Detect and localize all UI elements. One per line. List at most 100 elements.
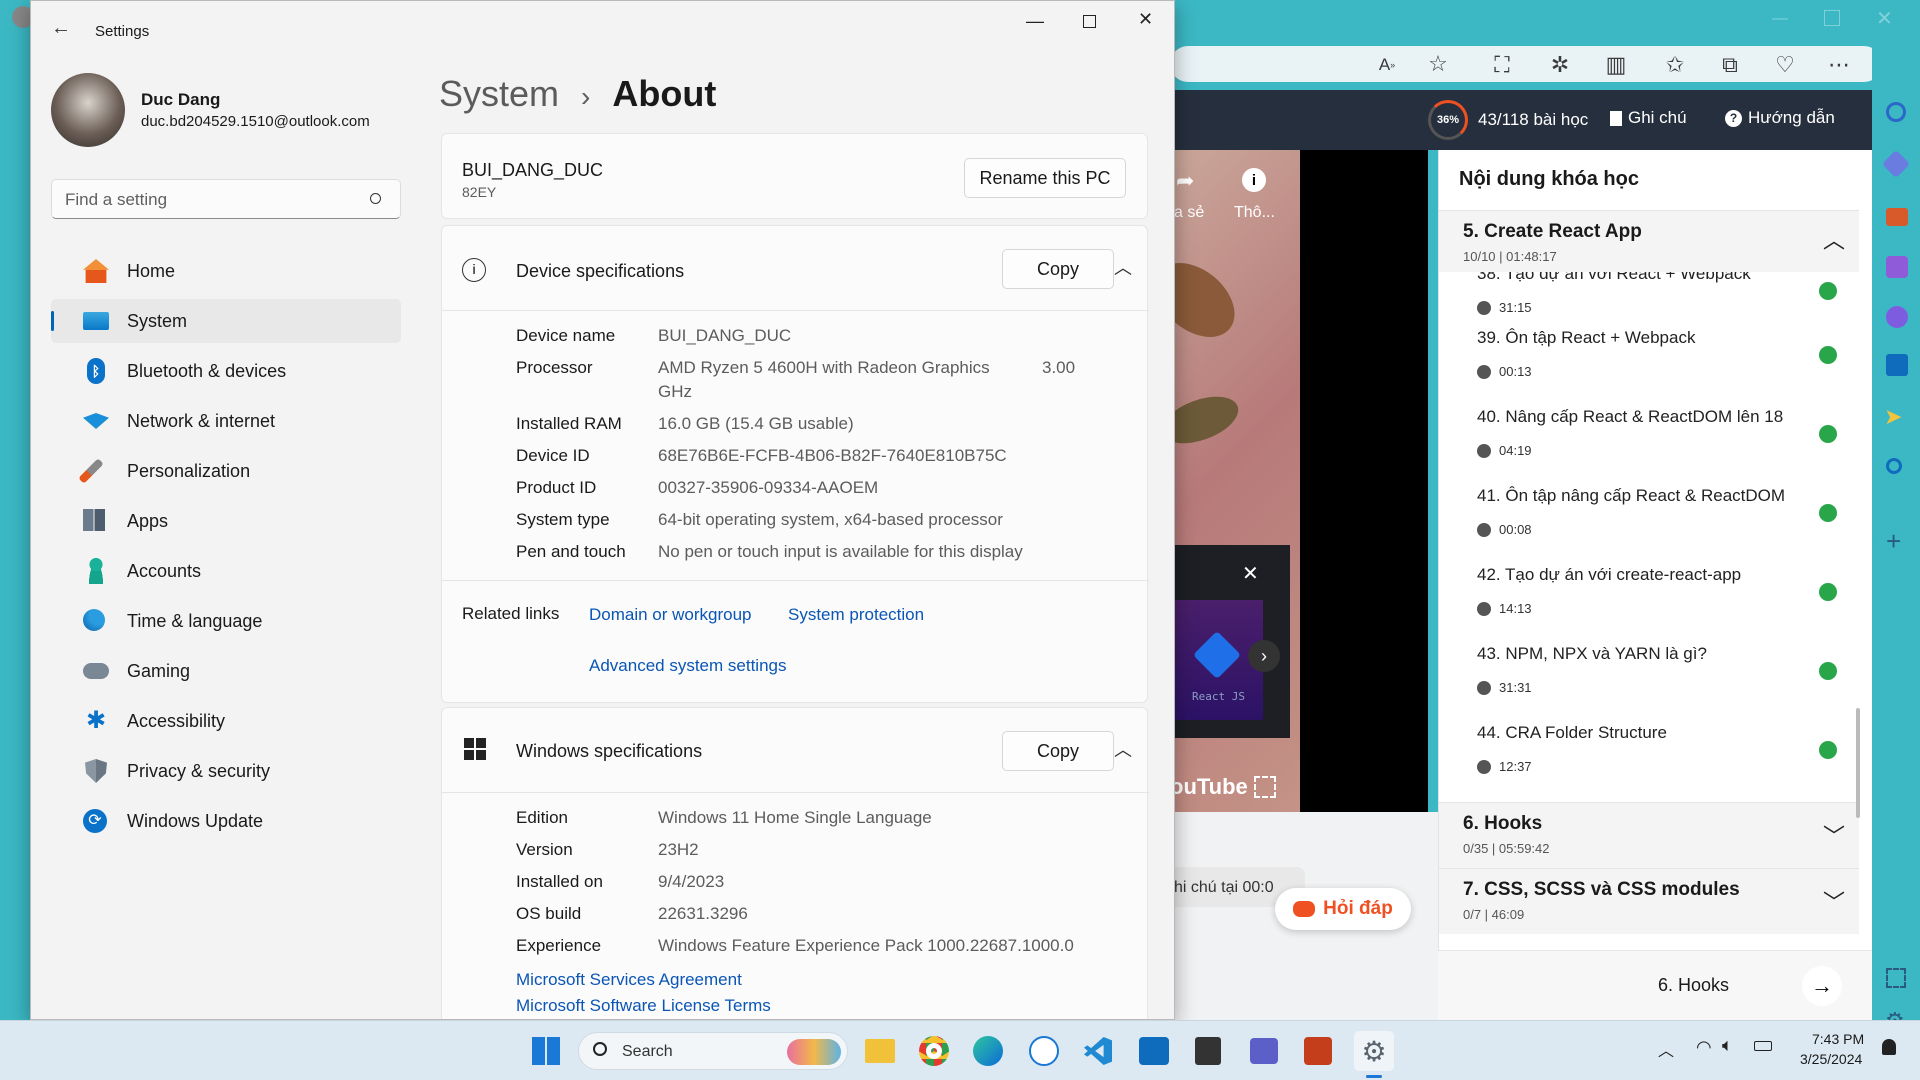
license-terms-link[interactable]: Microsoft Software License Terms xyxy=(516,996,771,1016)
nav-network[interactable]: Network & internet xyxy=(51,399,401,443)
clock-time[interactable]: 7:43 PM xyxy=(1812,1031,1864,1047)
browser-essentials-icon[interactable]: ♡ xyxy=(1770,50,1800,80)
show-hidden-icons[interactable]: ︿ xyxy=(1658,1037,1674,1061)
powerpoint-icon[interactable] xyxy=(1298,1031,1338,1071)
maximize-button[interactable] xyxy=(1083,15,1096,28)
screenshot-icon[interactable] xyxy=(1886,968,1906,988)
guide-button[interactable]: ? Hướng dẫn xyxy=(1725,108,1835,128)
battery-icon[interactable] xyxy=(1754,1041,1772,1051)
system-protection-link[interactable]: System protection xyxy=(788,605,924,625)
popup-close-icon[interactable]: ✕ xyxy=(1242,561,1259,586)
copy-windows-specs-button[interactable]: Copy xyxy=(1002,731,1114,771)
edge-icon[interactable] xyxy=(968,1031,1008,1071)
completed-check-icon xyxy=(1819,282,1837,300)
split-screen-icon[interactable]: ▥ xyxy=(1601,50,1631,80)
browser-maximize-button[interactable] xyxy=(1824,10,1840,26)
games-icon[interactable] xyxy=(1886,256,1908,278)
chevron-down-icon[interactable]: ﹀ xyxy=(1823,819,1845,851)
lesson-item[interactable]: 40. Nâng cấp React & ReactDOM lên 18 04:… xyxy=(1439,405,1859,484)
nav-bluetooth[interactable]: ᛒ Bluetooth & devices xyxy=(51,349,401,393)
lesson-item[interactable]: 42. Tạo dự án với create-react-app 14:13 xyxy=(1439,563,1859,642)
browser-minimize-button[interactable]: — xyxy=(1772,10,1792,30)
section-current[interactable]: 5. Create React App 10/10 | 01:48:17 ︿ xyxy=(1439,210,1859,272)
fullscreen-icon[interactable]: ⛶ xyxy=(1487,50,1517,80)
teams-icon[interactable] xyxy=(1244,1031,1284,1071)
search-placeholder: Find a setting xyxy=(65,190,168,209)
breadcrumb-parent[interactable]: System xyxy=(439,73,559,115)
video-suggestion-popup[interactable]: ✕ React JS › xyxy=(1170,545,1290,738)
breadcrumb-separator: › xyxy=(581,81,591,112)
search-input[interactable]: Find a setting xyxy=(51,179,401,219)
start-button[interactable] xyxy=(526,1031,566,1071)
add-icon[interactable]: + xyxy=(1886,526,1901,557)
section-hooks[interactable]: 6. Hooks 0/35 | 05:59:42 ﹀ xyxy=(1439,802,1859,868)
domain-workgroup-link[interactable]: Domain or workgroup xyxy=(589,605,752,625)
video-fullscreen-icon[interactable] xyxy=(1254,776,1276,798)
chevron-up-icon[interactable]: ︿ xyxy=(1114,254,1132,280)
telegram-icon[interactable]: ➤ xyxy=(1884,404,1902,430)
rename-pc-button[interactable]: Rename this PC xyxy=(964,158,1126,198)
outlook-icon[interactable] xyxy=(1886,354,1908,376)
nav-home[interactable]: Home xyxy=(51,249,401,293)
collections-icon[interactable]: ⧉ xyxy=(1715,50,1745,80)
outlook-new-icon[interactable] xyxy=(1134,1031,1174,1071)
settings-app-icon[interactable]: ⚙ xyxy=(1354,1031,1394,1071)
chrome-icon[interactable] xyxy=(914,1031,954,1071)
chevron-up-icon[interactable]: ︿ xyxy=(1114,736,1132,762)
lesson-item[interactable]: 41. Ôn tập nâng cấp React & ReactDOM 00:… xyxy=(1439,484,1859,563)
shopping-icon[interactable] xyxy=(1881,149,1911,179)
nav-label: Windows Update xyxy=(127,810,264,831)
more-menu-icon[interactable]: ⋯ xyxy=(1824,50,1854,80)
nav-gaming[interactable]: Gaming xyxy=(51,649,401,693)
notification-bell-icon[interactable] xyxy=(1882,1039,1896,1055)
services-agreement-link[interactable]: Microsoft Services Agreement xyxy=(516,970,742,990)
minimize-button[interactable]: — xyxy=(1026,11,1044,32)
taskbar-search[interactable]: Search xyxy=(578,1032,848,1070)
lesson-item[interactable]: 39. Ôn tập React + Webpack 00:13 xyxy=(1439,326,1859,405)
vscode-icon[interactable] xyxy=(1078,1031,1118,1071)
tools-icon[interactable] xyxy=(1886,208,1908,226)
chevron-up-icon[interactable]: ︿ xyxy=(1823,223,1845,255)
youtube-logo[interactable]: ouTube xyxy=(1170,774,1248,800)
lesson-title: 42. Tạo dự án với create-react-app xyxy=(1477,565,1742,584)
nav-windows-update[interactable]: ⟳ Windows Update xyxy=(51,799,401,843)
volume-icon[interactable]: 🔈︎ xyxy=(1722,1035,1733,1056)
nav-system[interactable]: System xyxy=(51,299,401,343)
browser-close-button[interactable]: ✕ xyxy=(1876,6,1893,31)
chevron-down-icon[interactable]: ﹀ xyxy=(1823,885,1845,917)
ask-button[interactable]: Hỏi đáp xyxy=(1275,888,1411,930)
section-css[interactable]: 7. CSS, SCSS và CSS modules 0/7 | 46:09 … xyxy=(1439,868,1859,934)
info-icon[interactable]: i xyxy=(1242,168,1266,192)
avatar[interactable] xyxy=(51,73,125,147)
extensions-icon[interactable]: ✲ xyxy=(1545,50,1575,80)
file-explorer-icon[interactable] xyxy=(860,1031,900,1071)
nav-personalization[interactable]: Personalization xyxy=(51,449,401,493)
zalo-icon[interactable] xyxy=(1024,1031,1064,1071)
nav-accessibility[interactable]: ✱ Accessibility xyxy=(51,699,401,743)
popup-next-icon[interactable]: › xyxy=(1248,640,1280,672)
lesson-item[interactable]: 43. NPM, NPX và YARN là gì? 31:31 xyxy=(1439,642,1859,721)
notes-button[interactable]: Ghi chú xyxy=(1610,108,1687,128)
copy-device-specs-button[interactable]: Copy xyxy=(1002,249,1114,289)
favorites-icon[interactable]: ✩ xyxy=(1660,50,1690,80)
nav-privacy[interactable]: Privacy & security xyxy=(51,749,401,793)
bing-search-icon[interactable] xyxy=(1886,458,1902,474)
nav-time-language[interactable]: Time & language xyxy=(51,599,401,643)
sidebar-scrollbar[interactable] xyxy=(1856,708,1860,818)
lesson-item[interactable]: 44. CRA Folder Structure 12:37 xyxy=(1439,721,1859,800)
back-arrow-icon[interactable]: ← xyxy=(51,17,71,40)
copilot-sidebar-icon[interactable] xyxy=(1886,306,1908,328)
search-icon[interactable] xyxy=(1886,102,1906,122)
nav-accounts[interactable]: Accounts xyxy=(51,549,401,593)
read-aloud-icon[interactable]: A» xyxy=(1372,50,1402,80)
next-arrow-button[interactable]: → xyxy=(1802,966,1842,1006)
favorite-star-icon[interactable]: ☆ xyxy=(1423,49,1453,79)
share-icon[interactable]: ➦ xyxy=(1176,168,1194,194)
clock-date[interactable]: 3/25/2024 xyxy=(1800,1051,1862,1067)
nav-apps[interactable]: Apps xyxy=(51,499,401,543)
wps-icon[interactable] xyxy=(1188,1031,1228,1071)
taskbar: Search ⚙ ︿ ◠ 🔈︎ 7:43 PM 3/25/2024 xyxy=(0,1020,1920,1080)
advanced-settings-link[interactable]: Advanced system settings xyxy=(589,656,786,676)
wifi-icon[interactable]: ◠ xyxy=(1696,1037,1712,1058)
close-button[interactable]: ✕ xyxy=(1138,9,1153,30)
